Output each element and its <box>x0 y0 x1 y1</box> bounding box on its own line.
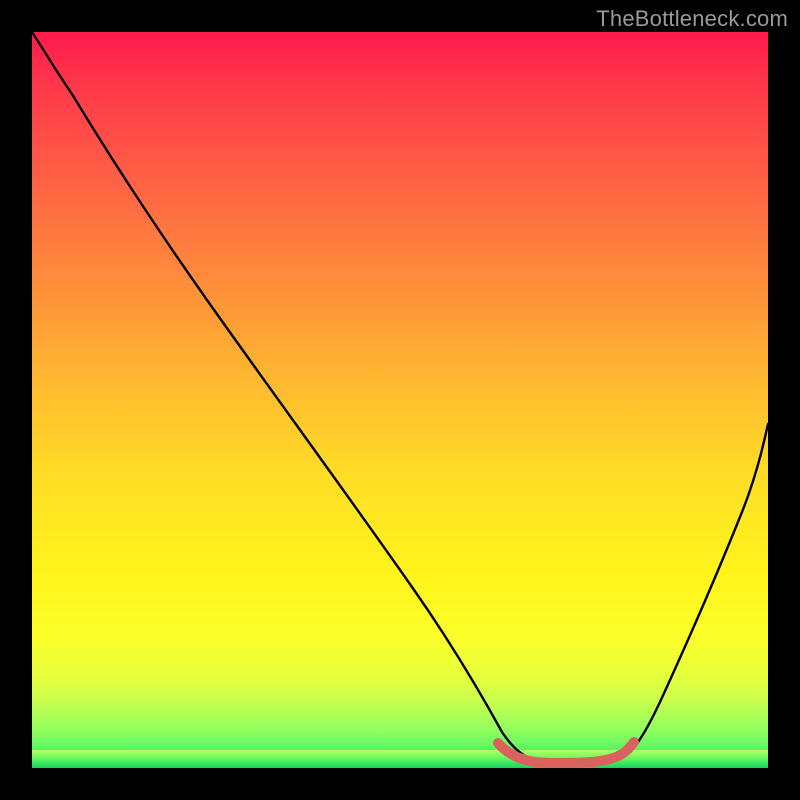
bottleneck-curve <box>32 32 768 763</box>
chart-frame: TheBottleneck.com <box>0 0 800 800</box>
trough-highlight <box>498 742 634 763</box>
plot-area <box>32 32 768 768</box>
watermark-text: TheBottleneck.com <box>596 6 788 32</box>
curve-layer <box>32 32 768 768</box>
